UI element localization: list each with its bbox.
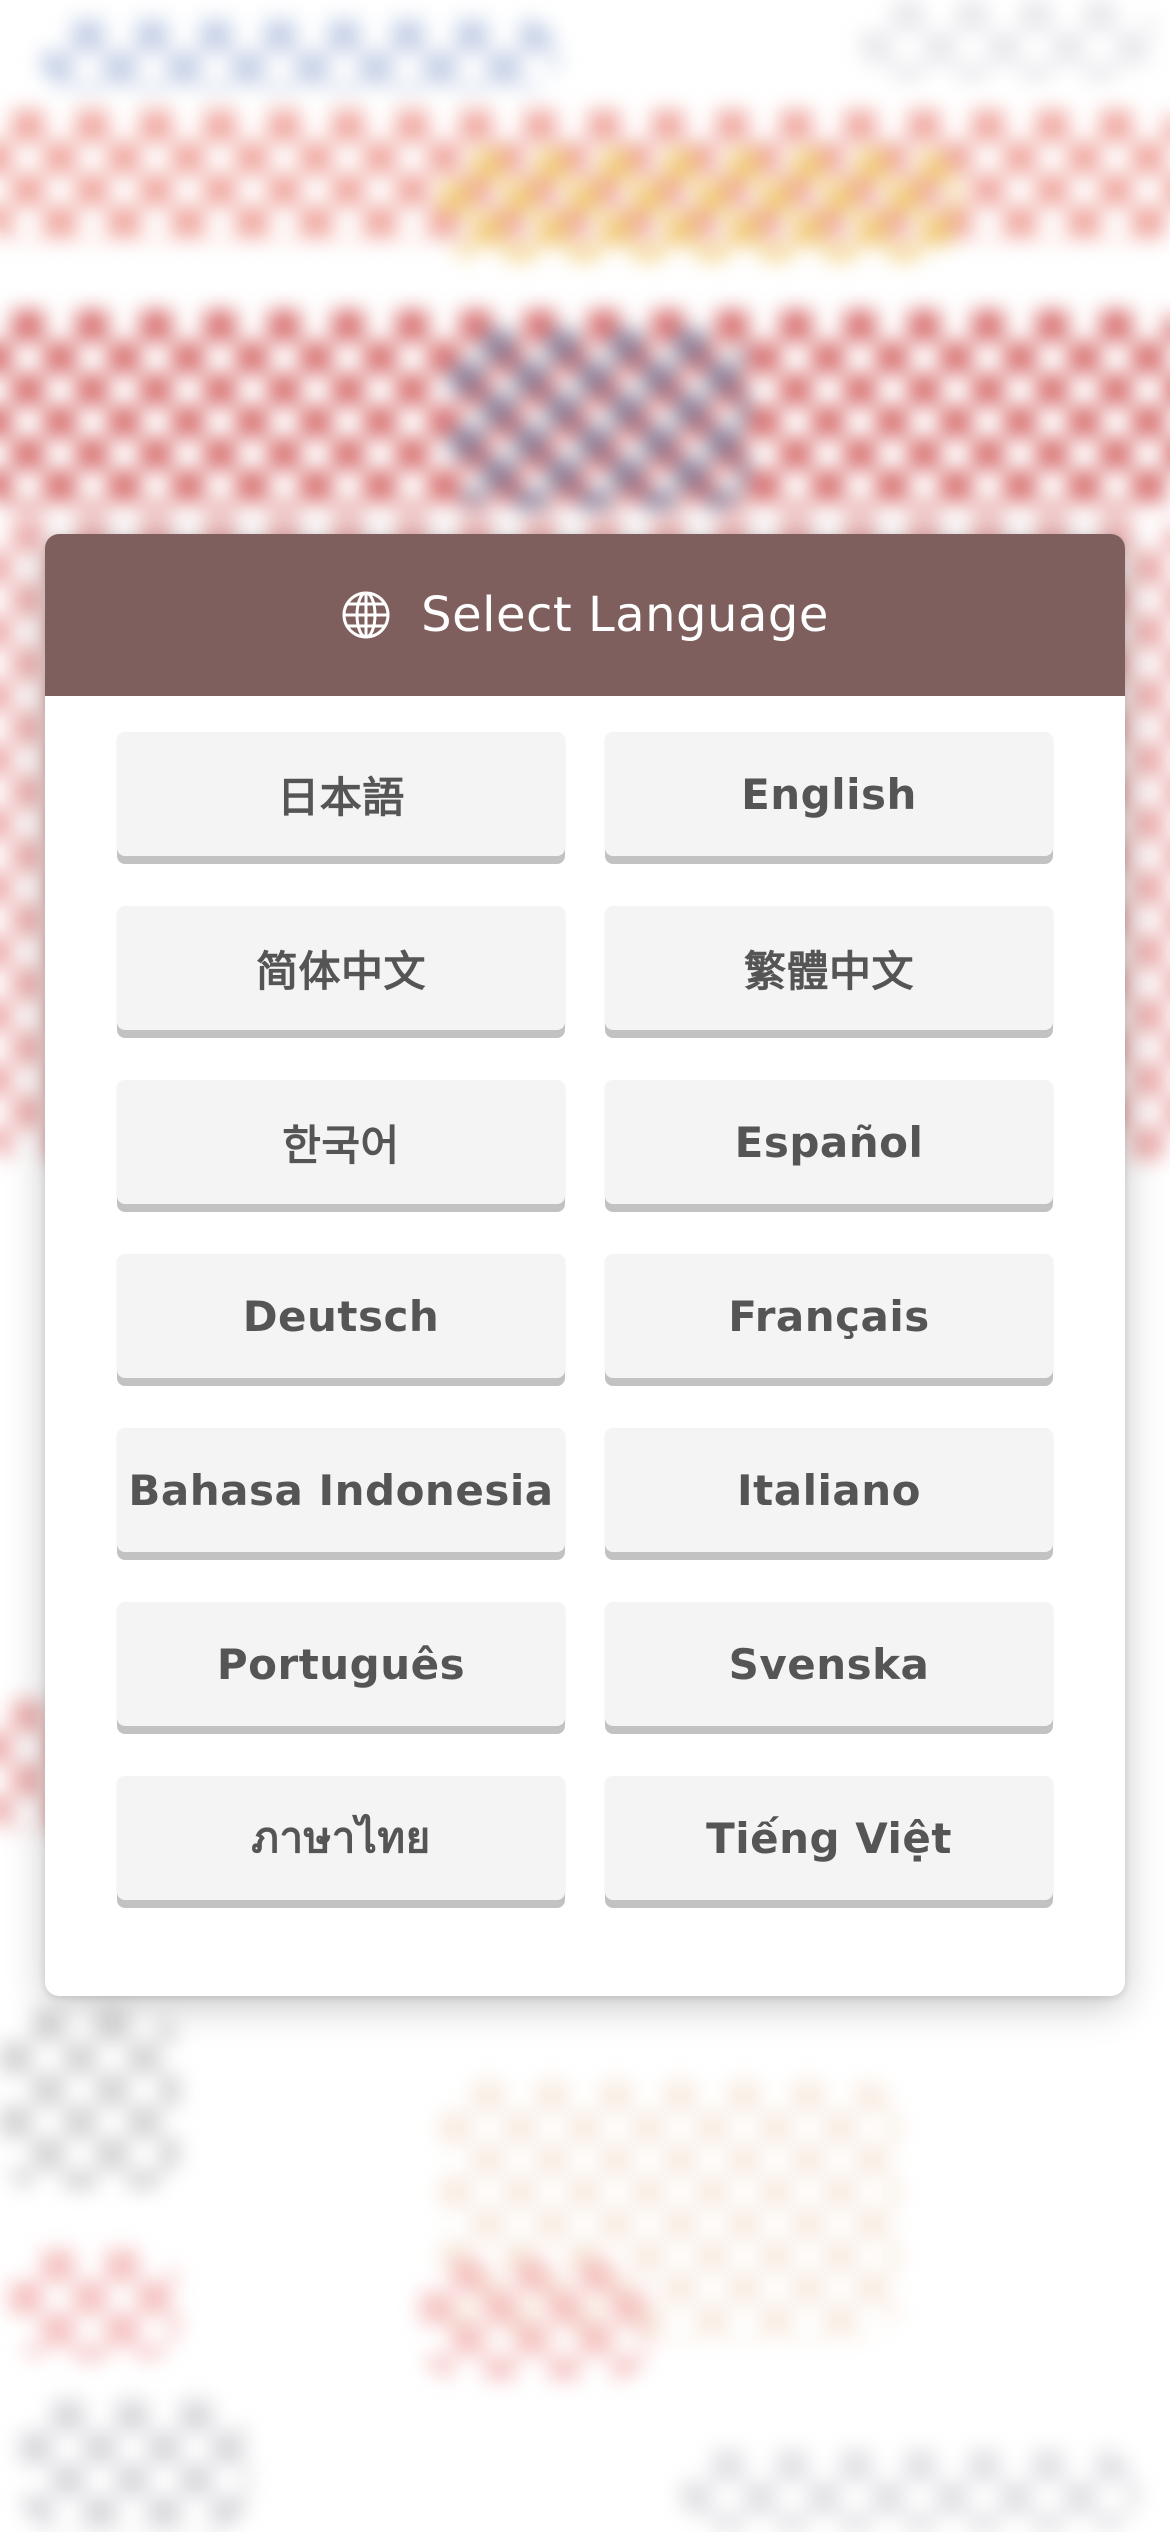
language-button-de[interactable]: Deutsch: [117, 1254, 565, 1378]
language-select-dialog: Select Language 日本語 English 简体中文 繁體中文 한국…: [45, 534, 1125, 1996]
language-button-ko[interactable]: 한국어: [117, 1080, 565, 1204]
language-button-id[interactable]: Bahasa Indonesia: [117, 1428, 565, 1552]
globe-icon: [342, 591, 390, 639]
language-button-fr[interactable]: Français: [605, 1254, 1053, 1378]
language-button-ja[interactable]: 日本語: [117, 732, 565, 856]
language-button-en[interactable]: English: [605, 732, 1053, 856]
language-button-pt[interactable]: Português: [117, 1602, 565, 1726]
language-button-it[interactable]: Italiano: [605, 1428, 1053, 1552]
language-grid: 日本語 English 简体中文 繁體中文 한국어 Español Deutsc…: [117, 732, 1053, 1900]
language-button-es[interactable]: Español: [605, 1080, 1053, 1204]
language-button-zh-hant[interactable]: 繁體中文: [605, 906, 1053, 1030]
language-button-sv[interactable]: Svenska: [605, 1602, 1053, 1726]
language-button-vi[interactable]: Tiếng Việt: [605, 1776, 1053, 1900]
language-button-zh-hans[interactable]: 简体中文: [117, 906, 565, 1030]
dialog-title: Select Language: [421, 587, 829, 643]
language-button-th[interactable]: ภาษาไทย: [117, 1776, 565, 1900]
dialog-header: Select Language: [45, 534, 1125, 696]
